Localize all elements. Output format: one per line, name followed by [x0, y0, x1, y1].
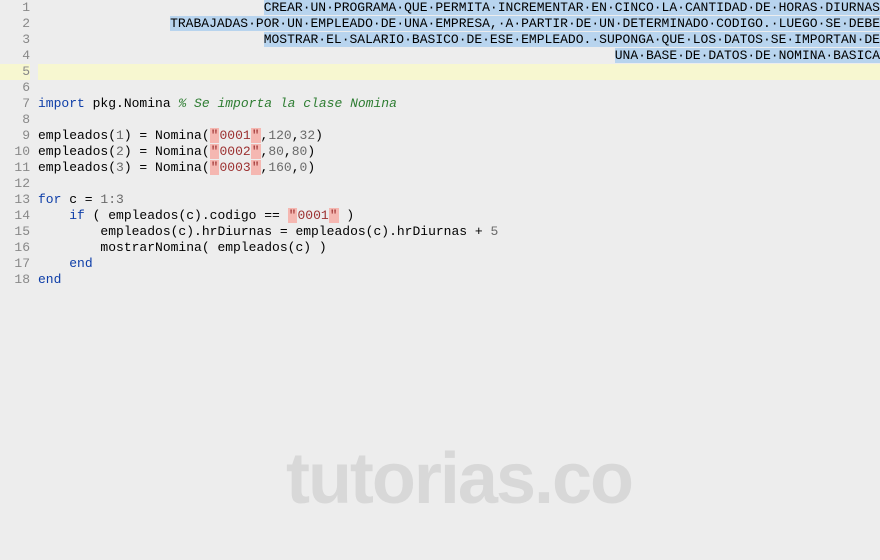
line-number: 2	[0, 16, 30, 32]
code-line[interactable]: UNA·BASE·DE·DATOS·DE·NOMINA·BASICA	[38, 48, 880, 64]
line-number: 7	[0, 96, 30, 112]
line-number: 18	[0, 272, 30, 288]
code-line[interactable]	[38, 80, 880, 96]
line-number: 4	[0, 48, 30, 64]
selected-text: CREAR·UN·PROGRAMA·QUE·PERMITA·INCREMENTA…	[264, 0, 880, 15]
line-number: 11	[0, 160, 30, 176]
code-line[interactable]: empleados(3) = Nomina("0003",160,0)	[38, 160, 880, 176]
line-number-gutter: 1 2 3 4 5 6 7 8 9 10 11 12 13 14 15 16 1…	[0, 0, 38, 560]
selected-text: UNA·BASE·DE·DATOS·DE·NOMINA·BASICA	[615, 48, 880, 63]
watermark: tutorias.co	[38, 438, 880, 520]
code-line[interactable]: end	[38, 272, 880, 288]
code-line[interactable]: if ( empleados(c).codigo == "0001" )	[38, 208, 880, 224]
line-number: 12	[0, 176, 30, 192]
line-number: 6	[0, 80, 30, 96]
code-line[interactable]: import pkg.Nomina % Se importa la clase …	[38, 96, 880, 112]
line-number: 9	[0, 128, 30, 144]
code-area[interactable]: CREAR·UN·PROGRAMA·QUE·PERMITA·INCREMENTA…	[38, 0, 880, 560]
code-line[interactable]	[38, 176, 880, 192]
comment: % Se importa la clase Nomina	[178, 96, 396, 111]
code-line[interactable]: for c = 1:3	[38, 192, 880, 208]
keyword: import	[38, 96, 85, 111]
code-line[interactable]	[38, 112, 880, 128]
code-line-current[interactable]	[38, 64, 880, 80]
code-line[interactable]: end	[38, 256, 880, 272]
code-line[interactable]: empleados(2) = Nomina("0002",80,80)	[38, 144, 880, 160]
code-line[interactable]: mostrarNomina( empleados(c) )	[38, 240, 880, 256]
line-number: 3	[0, 32, 30, 48]
text: pkg.Nomina	[85, 96, 179, 111]
code-line[interactable]: MOSTRAR·EL·SALARIO·BASICO·DE·ESE·EMPLEAD…	[38, 32, 880, 48]
selected-text: MOSTRAR·EL·SALARIO·BASICO·DE·ESE·EMPLEAD…	[264, 32, 880, 47]
code-line[interactable]: TRABAJADAS·POR·UN·EMPLEADO·DE·UNA·EMPRES…	[38, 16, 880, 32]
code-line[interactable]: empleados(c).hrDiurnas = empleados(c).hr…	[38, 224, 880, 240]
line-number: 16	[0, 240, 30, 256]
code-line[interactable]: CREAR·UN·PROGRAMA·QUE·PERMITA·INCREMENTA…	[38, 0, 880, 16]
line-number: 14	[0, 208, 30, 224]
line-number: 1	[0, 0, 30, 16]
line-number: 5	[0, 64, 30, 80]
line-number: 13	[0, 192, 30, 208]
code-line[interactable]: empleados(1) = Nomina("0001",120,32)	[38, 128, 880, 144]
code-editor[interactable]: 1 2 3 4 5 6 7 8 9 10 11 12 13 14 15 16 1…	[0, 0, 880, 560]
line-number: 8	[0, 112, 30, 128]
selected-text: TRABAJADAS·POR·UN·EMPLEADO·DE·UNA·EMPRES…	[170, 16, 880, 31]
line-number: 10	[0, 144, 30, 160]
line-number: 15	[0, 224, 30, 240]
line-number: 17	[0, 256, 30, 272]
